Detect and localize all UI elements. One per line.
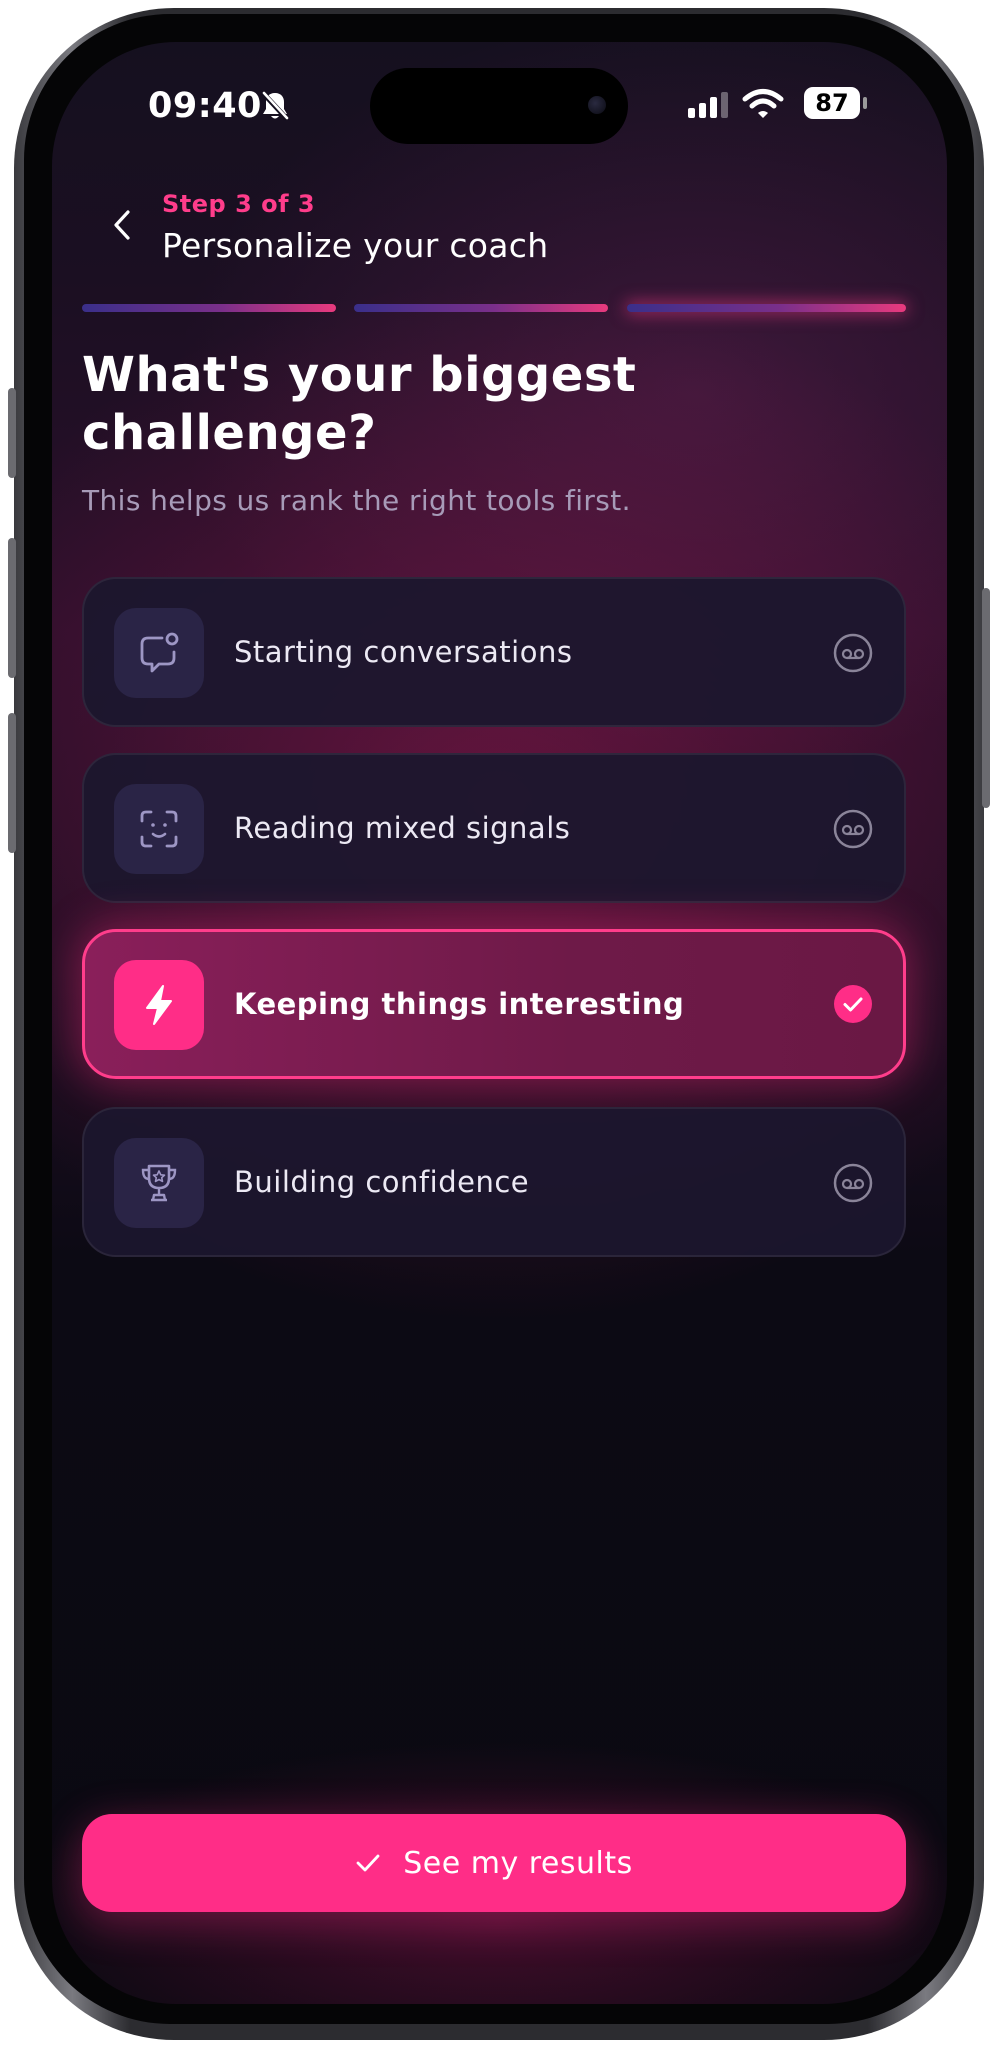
battery-icon: 87 [804, 87, 860, 119]
progress-segment-2 [354, 304, 608, 312]
option-label: Keeping things interesting [234, 987, 685, 1021]
bell-slash-icon [261, 91, 289, 121]
option-keeping-things-interesting[interactable]: Keeping things interesting [82, 929, 906, 1079]
progress-segment-1 [82, 304, 336, 312]
unselected-indicator-icon [833, 1163, 873, 1203]
option-building-confidence[interactable]: Building confidence [82, 1107, 906, 1257]
question-subtitle: This helps us rank the right tools first… [82, 484, 631, 517]
action-button [8, 388, 16, 478]
volume-down-button [8, 713, 16, 853]
camera-icon [588, 96, 606, 114]
option-label: Starting conversations [234, 635, 573, 669]
dynamic-island [370, 68, 628, 144]
wifi-icon [742, 89, 784, 118]
unselected-indicator-icon [833, 809, 873, 849]
option-label: Building confidence [234, 1165, 530, 1199]
back-button[interactable] [98, 196, 148, 254]
question-title: What's your biggest challenge? [82, 347, 637, 461]
lightning-bolt-icon [114, 960, 204, 1050]
power-button [982, 588, 990, 808]
cellular-signal-icon [688, 92, 728, 118]
trophy-icon [114, 1138, 204, 1228]
step-indicator: Step 3 of 3 [162, 190, 316, 218]
screen: 09:40 87 Step 3 of 3 Personalize your co… [52, 42, 947, 2004]
check-circle-icon [834, 985, 872, 1023]
see-results-button[interactable]: See my results [82, 1814, 906, 1912]
option-reading-mixed-signals[interactable]: Reading mixed signals [82, 753, 906, 903]
volume-up-button [8, 538, 16, 678]
face-scan-icon [114, 784, 204, 874]
see-results-label: See my results [403, 1845, 633, 1881]
unselected-indicator-icon [833, 633, 873, 673]
status-time: 09:40 [148, 86, 262, 126]
check-icon [356, 1854, 380, 1872]
battery-tip [863, 97, 867, 109]
option-label: Reading mixed signals [234, 811, 571, 845]
chat-bubble-icon [114, 608, 204, 698]
option-starting-conversations[interactable]: Starting conversations [82, 577, 906, 727]
progress-segment-3 [627, 304, 906, 312]
header-title: Personalize your coach [162, 226, 549, 265]
